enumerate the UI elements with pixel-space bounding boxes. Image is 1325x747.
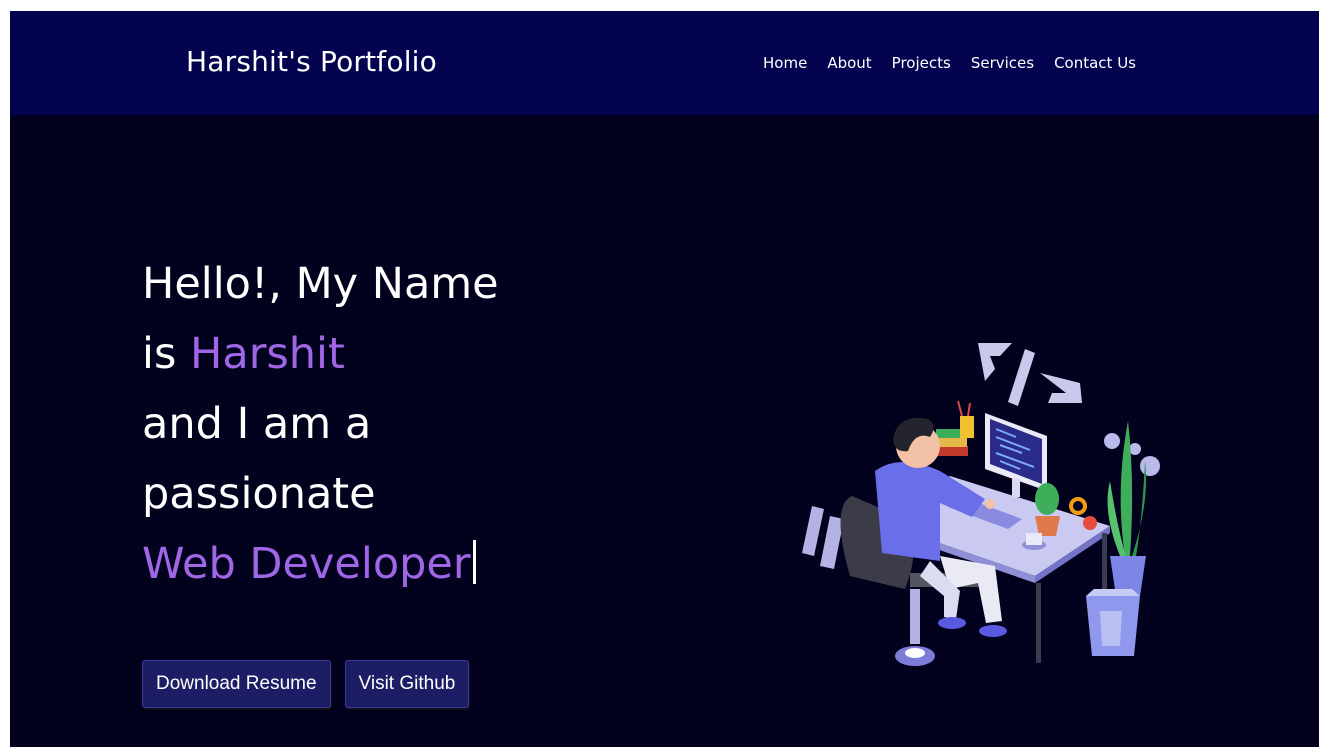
nav-link-services[interactable]: Services [971, 54, 1034, 72]
monitor-icon [985, 413, 1047, 497]
hero-line-passionate: passionate [142, 469, 376, 519]
hero-line-role: Web Developer [142, 529, 499, 599]
decor-bars [802, 506, 844, 569]
visit-github-button[interactable]: Visit Github [344, 660, 470, 708]
hero-line-name: is Harshit [142, 319, 499, 389]
code-symbol-icon [978, 343, 1082, 406]
hero-line-greeting: Hello!, My Name [142, 259, 499, 309]
hero-name: Harshit [190, 329, 345, 379]
hero-line-intro: and I am a [142, 399, 372, 449]
page-frame: Harshit's Portfolio Home About Projects … [10, 11, 1319, 747]
nav-link-home[interactable]: Home [763, 54, 807, 72]
decor-bubbles [1104, 433, 1160, 476]
nav-link-projects[interactable]: Projects [892, 54, 951, 72]
headphones-icon [1069, 497, 1087, 515]
download-resume-button[interactable]: Download Resume [142, 660, 331, 708]
brand-title[interactable]: Harshit's Portfolio [186, 45, 437, 78]
nav-link-about[interactable]: About [827, 54, 871, 72]
hero-role: Web Developer [142, 539, 471, 589]
navbar: Harshit's Portfolio Home About Projects … [10, 11, 1319, 115]
developer-at-desk-illustration [802, 343, 1160, 666]
hero-buttons: Download Resume Visit Github [142, 660, 470, 708]
trash-bin-icon [1086, 589, 1140, 656]
hero-heading: Hello!, My Name is Harshit and I am a pa… [142, 249, 499, 599]
typing-cursor [472, 540, 476, 584]
nav-link-contact[interactable]: Contact Us [1054, 54, 1136, 72]
hero-name-prefix: is [142, 329, 191, 379]
nav-menu: Home About Projects Services Contact Us [763, 54, 1136, 72]
